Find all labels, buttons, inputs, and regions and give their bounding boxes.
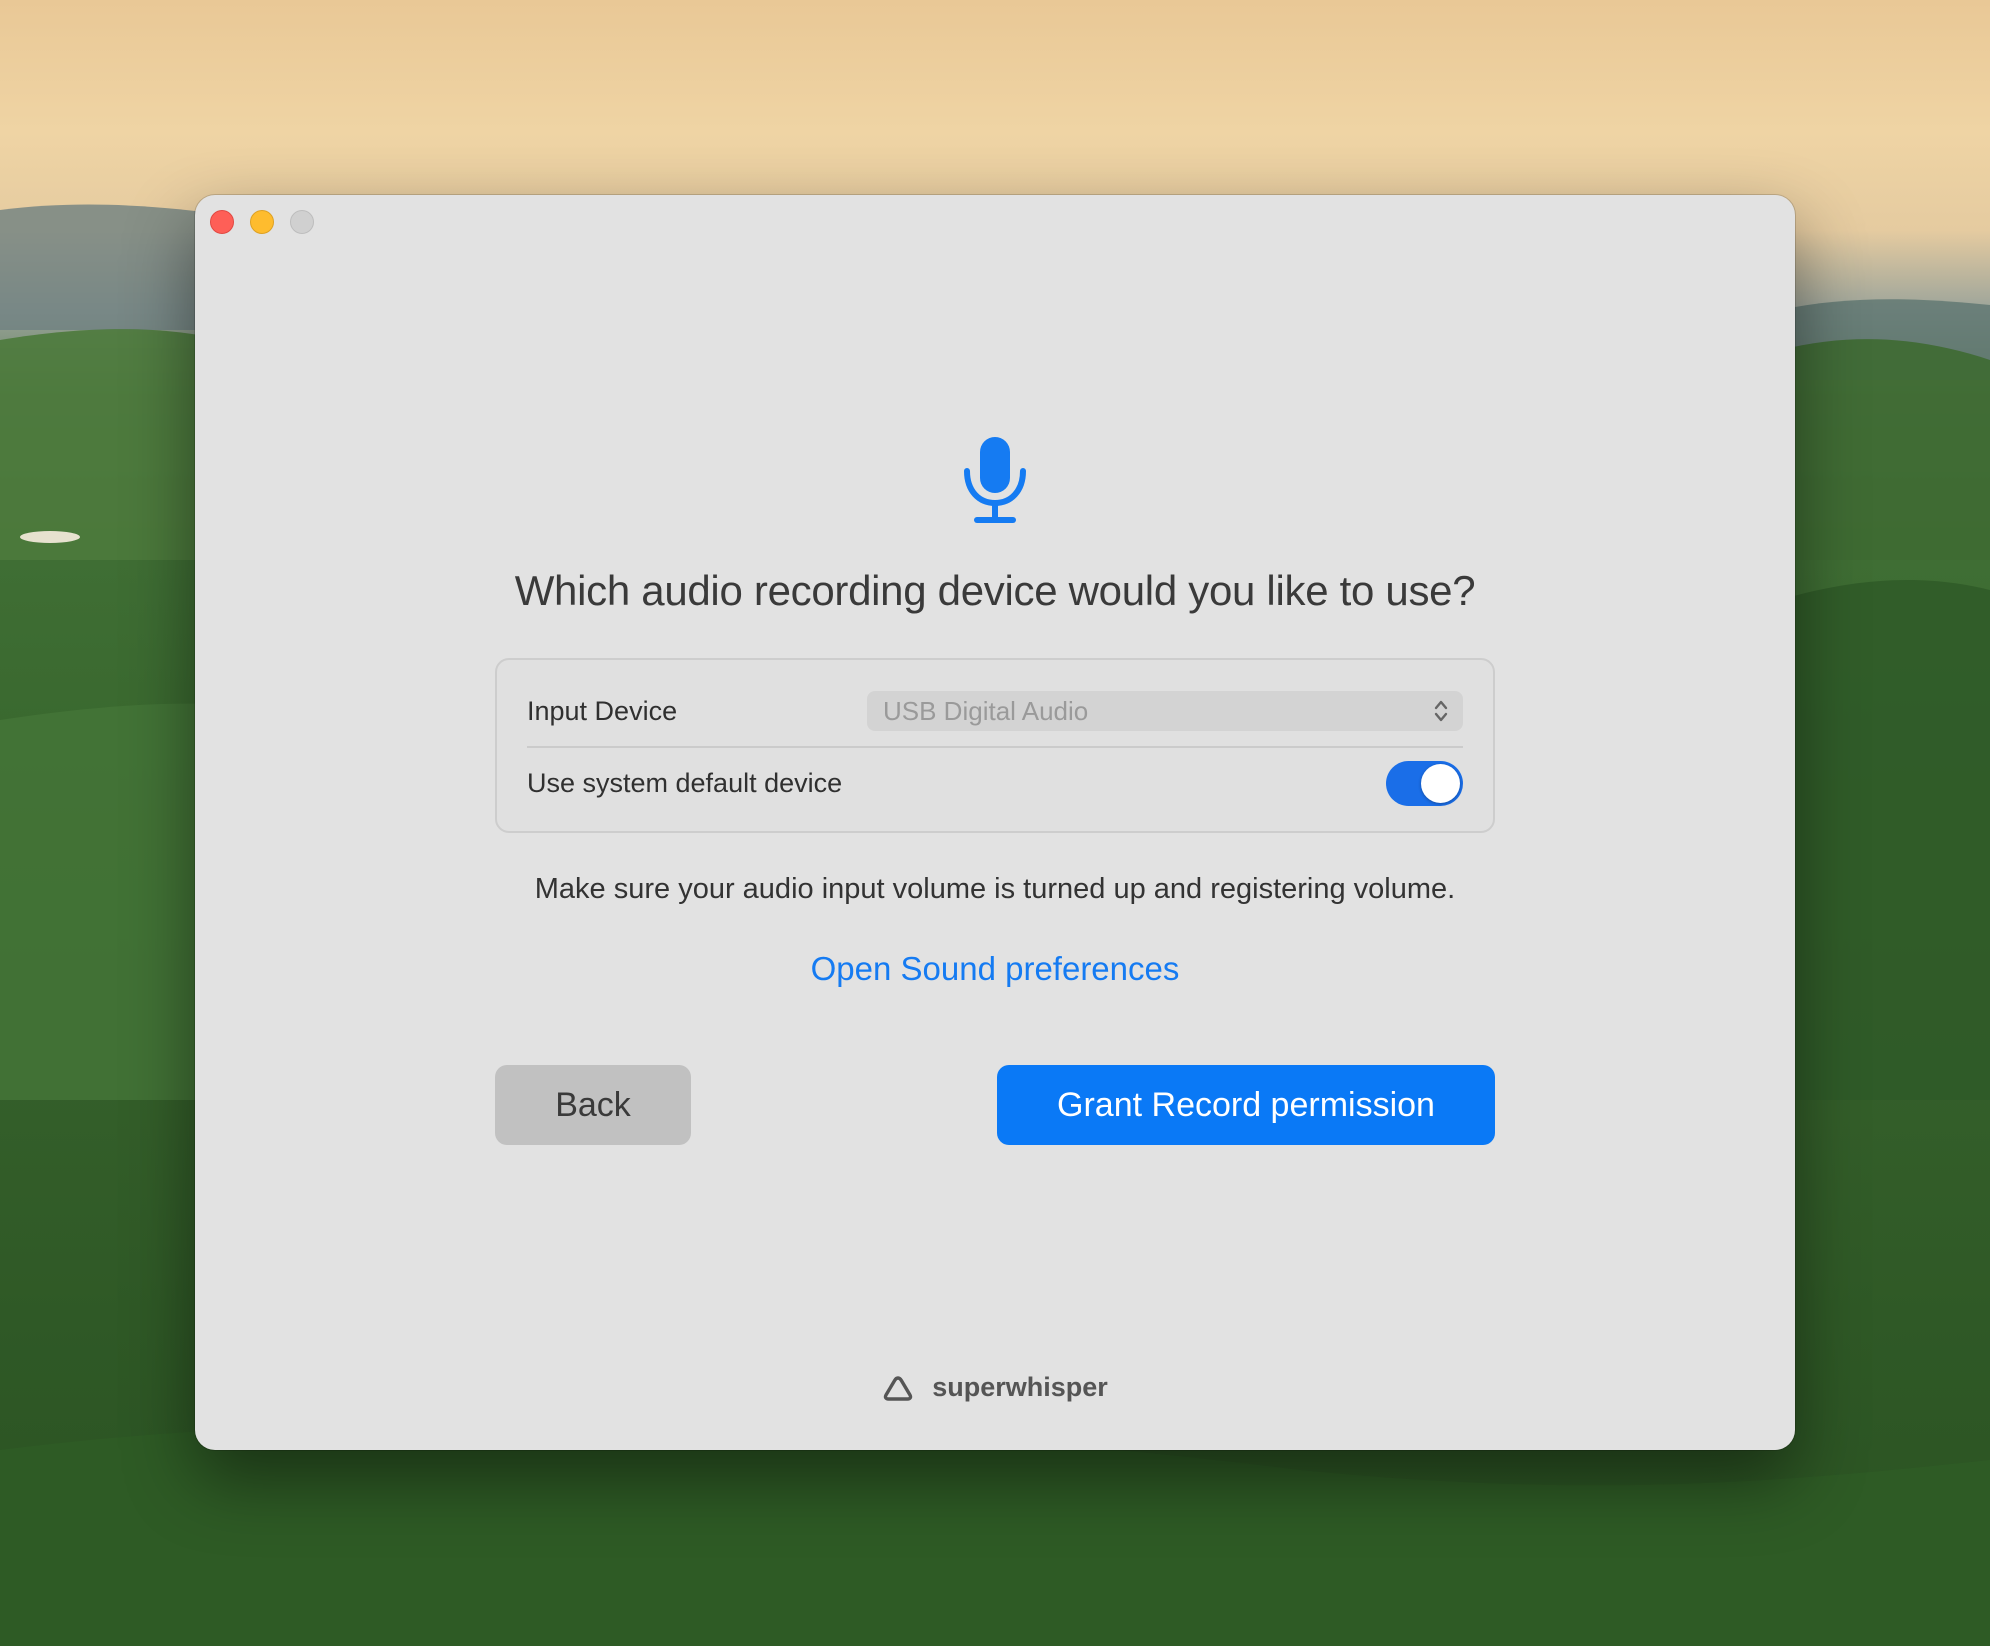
window-controls bbox=[210, 210, 314, 234]
open-sound-preferences-link[interactable]: Open Sound preferences bbox=[195, 950, 1795, 988]
page-title: Which audio recording device would you l… bbox=[514, 567, 1476, 614]
panel-divider bbox=[527, 746, 1463, 748]
close-window-button[interactable] bbox=[210, 210, 234, 234]
volume-hint-text: Make sure your audio input volume is tur… bbox=[534, 873, 1456, 905]
input-device-select[interactable]: USB Digital Audio bbox=[867, 691, 1463, 731]
brand-name: superwhisper bbox=[932, 1372, 1108, 1402]
app-window: Which audio recording device would you l… bbox=[195, 195, 1795, 1450]
up-down-chevron-icon bbox=[1434, 700, 1448, 722]
toggle-knob bbox=[1421, 763, 1460, 803]
zoom-window-button[interactable] bbox=[290, 210, 314, 234]
back-button[interactable]: Back bbox=[495, 1065, 691, 1145]
system-default-row: Use system default device bbox=[527, 758, 1463, 808]
microphone-icon bbox=[964, 437, 1026, 523]
input-device-value: USB Digital Audio bbox=[883, 695, 1089, 726]
footer-brand: superwhisper bbox=[195, 1372, 1795, 1403]
superwhisper-logo-icon bbox=[884, 1375, 913, 1401]
minimize-window-button[interactable] bbox=[250, 210, 274, 234]
input-device-label: Input Device bbox=[527, 695, 678, 726]
input-device-row: Input Device USB Digital Audio bbox=[527, 690, 1463, 732]
device-settings-panel: Input Device USB Digital Audio Use syste… bbox=[495, 658, 1495, 833]
system-default-toggle[interactable] bbox=[1386, 760, 1463, 806]
grant-record-permission-button[interactable]: Grant Record permission bbox=[997, 1065, 1495, 1145]
system-default-label: Use system default device bbox=[527, 767, 843, 798]
